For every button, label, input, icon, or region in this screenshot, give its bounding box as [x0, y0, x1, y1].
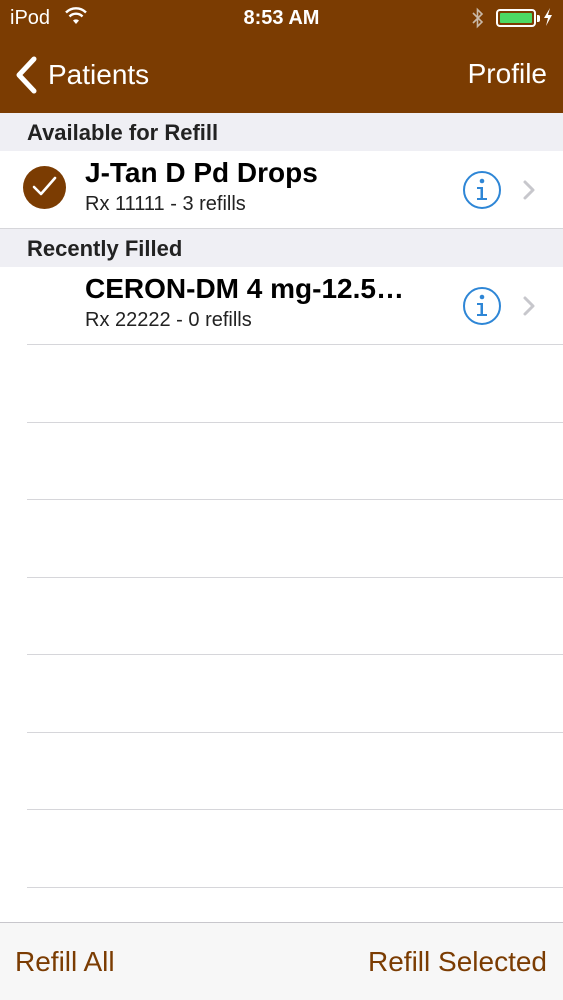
empty-row-divider	[27, 344, 563, 345]
refill-selected-button[interactable]: Refill Selected	[368, 946, 547, 978]
empty-row-divider	[27, 499, 563, 500]
prescription-subtitle: Rx 11111 - 3 refills	[85, 193, 246, 215]
empty-row-divider	[27, 809, 563, 810]
back-button-label: Patients	[48, 59, 150, 90]
checkmark-circle-icon[interactable]	[23, 166, 66, 209]
empty-row-divider	[27, 732, 563, 733]
navigation-bar: iPod 8:53 AM Patients Profile	[0, 0, 563, 113]
back-button[interactable]: Patients	[14, 56, 149, 94]
info-icon[interactable]	[462, 170, 502, 210]
chevron-right-icon	[523, 180, 535, 200]
section-header-recently-filled: Recently Filled	[0, 229, 563, 267]
charging-icon	[543, 7, 553, 32]
empty-row-divider	[27, 654, 563, 655]
bluetooth-icon	[471, 6, 485, 35]
prescription-subtitle: Rx 22222 - 0 refills	[85, 309, 252, 331]
battery-tip	[537, 15, 540, 22]
chevron-right-icon	[523, 296, 535, 316]
status-bar: iPod 8:53 AM	[0, 0, 563, 38]
prescription-row[interactable]: J-Tan D Pd Drops Rx 11111 - 3 refills	[0, 151, 563, 228]
section-header-available: Available for Refill	[0, 113, 563, 151]
battery-icon	[496, 9, 536, 27]
bottom-toolbar: Refill All Refill Selected	[0, 922, 563, 1000]
profile-button[interactable]: Profile	[468, 58, 547, 90]
prescription-title: J-Tan D Pd Drops	[85, 157, 318, 188]
prescription-title: CERON-DM 4 mg-12.5…	[85, 273, 404, 304]
empty-row-divider	[27, 887, 563, 888]
prescription-row[interactable]: CERON-DM 4 mg-12.5… Rx 22222 - 0 refills	[0, 267, 563, 344]
refill-all-button[interactable]: Refill All	[15, 946, 115, 978]
empty-row-divider	[27, 577, 563, 578]
empty-row-divider	[27, 422, 563, 423]
info-icon[interactable]	[462, 286, 502, 326]
chevron-left-icon	[16, 56, 37, 94]
